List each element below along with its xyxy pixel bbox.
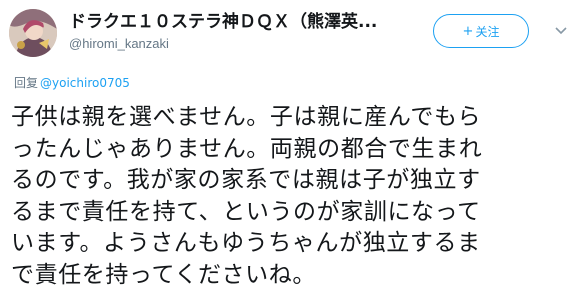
follow-button-label: 关注: [475, 24, 500, 39]
avatar[interactable]: [9, 9, 57, 57]
tweet-text: 子供は親を選べません。子は親に産んでもら ったんじゃありません。両親の都合で生ま…: [11, 102, 579, 291]
tweet-text-line: います。ようさんもゆうちゃんが独立するま: [11, 230, 481, 256]
tweet-text-line: ったんじゃありません。両親の都合で生まれ: [11, 135, 483, 162]
tweet-text-line: で責任を持ってくださいね。: [11, 261, 316, 288]
chevron-down-icon[interactable]: [552, 22, 570, 40]
reply-prefix: 回复: [14, 76, 39, 90]
tweet-card: ドラクエ１０ステラ神ＤＱＸ（熊澤英... @hiromi_kanzaki + 关…: [0, 0, 583, 300]
tweet-text-line: るのです。我が家の家系では親は子が独立す: [11, 167, 481, 193]
author-handle[interactable]: @hiromi_kanzaki: [69, 36, 169, 52]
avatar-image: [9, 9, 57, 57]
reply-context: 回复 @yoichiro0705: [14, 76, 130, 91]
tweet-text-line: 子供は親を選べません。子は親に産んでもら: [11, 104, 482, 130]
reply-mention-link[interactable]: @yoichiro0705: [40, 76, 130, 90]
tweet-text-line: るまで責任を持て、というのが家訓になって: [11, 198, 481, 225]
author-display-name[interactable]: ドラクエ１０ステラ神ＤＱＸ（熊澤英...: [69, 11, 419, 33]
plus-icon: +: [462, 23, 474, 39]
follow-button[interactable]: + 关注: [433, 14, 529, 48]
